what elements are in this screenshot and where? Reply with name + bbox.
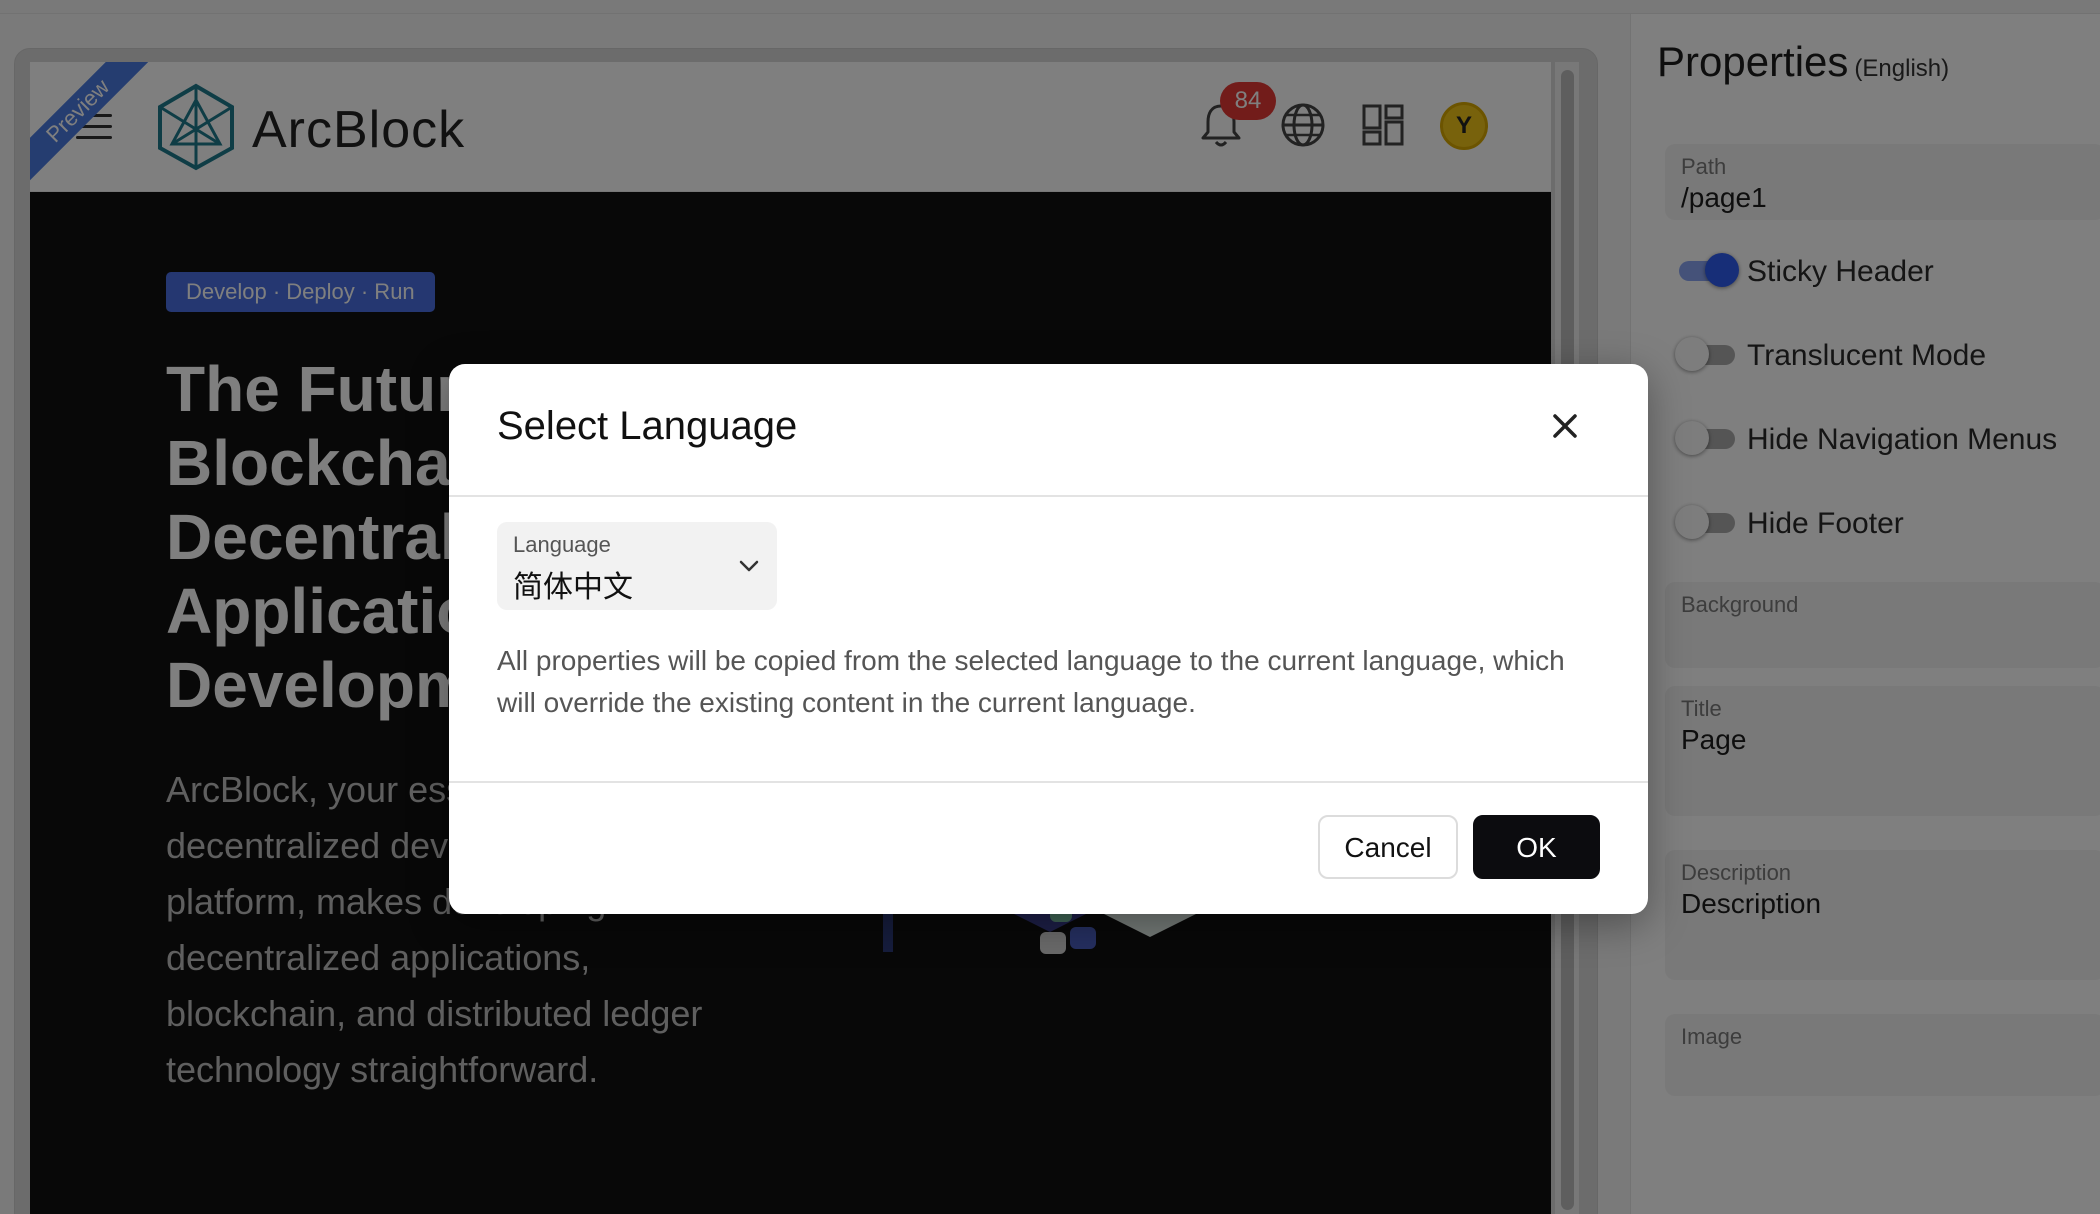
dialog-header: Select Language — [449, 364, 1648, 497]
dialog-message: All properties will be copied from the s… — [497, 645, 1565, 718]
editor-root: Preview ArcBlock 84 — [0, 0, 2100, 1214]
select-language-dialog: Select Language Language 简体中文 All proper… — [449, 364, 1648, 914]
dialog-title: Select Language — [497, 404, 798, 448]
cancel-button[interactable]: Cancel — [1318, 815, 1458, 879]
language-label: Language — [513, 532, 611, 557]
chevron-down-icon — [739, 560, 759, 572]
dialog-footer: Cancel OK — [449, 781, 1648, 914]
ok-button[interactable]: OK — [1473, 815, 1600, 879]
language-value: 简体中文 — [513, 571, 633, 604]
close-icon[interactable] — [1545, 406, 1585, 446]
language-select[interactable]: Language 简体中文 — [497, 522, 777, 610]
